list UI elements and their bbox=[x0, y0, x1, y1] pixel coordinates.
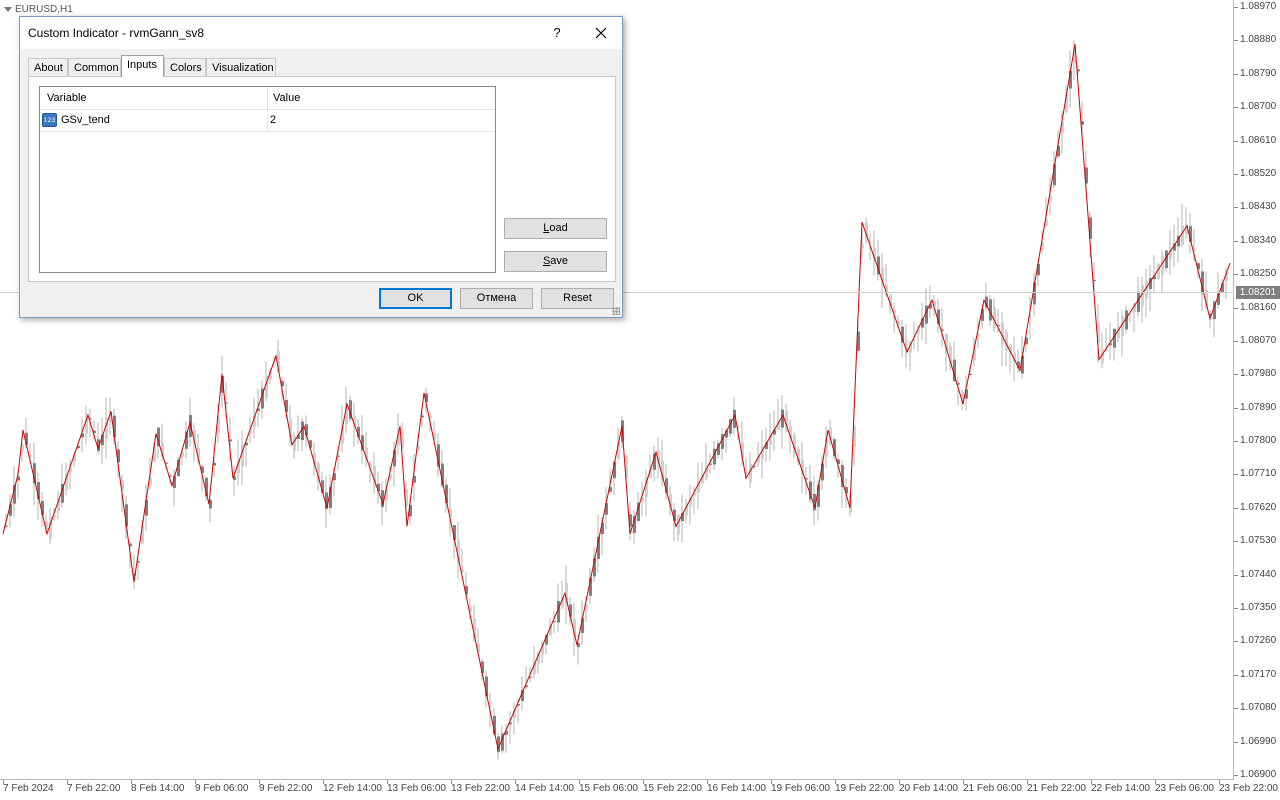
price-tick-label: 1.06900 bbox=[1240, 769, 1277, 780]
dialog-title: Custom Indicator - rvmGann_sv8 bbox=[28, 26, 205, 40]
price-tick-label: 1.08610 bbox=[1240, 134, 1277, 146]
time-tick-label: 7 Feb 2024 bbox=[3, 783, 54, 794]
price-tick-label: 1.08880 bbox=[1240, 34, 1277, 46]
load-label: oad bbox=[549, 222, 568, 234]
time-tick-label: 12 Feb 14:00 bbox=[323, 783, 382, 794]
tab-common[interactable]: Common bbox=[68, 58, 121, 76]
price-tick-label: 1.08700 bbox=[1240, 101, 1277, 113]
price-tick-label: 1.07080 bbox=[1240, 702, 1277, 714]
price-tick bbox=[1234, 374, 1238, 376]
price-tick bbox=[1234, 207, 1238, 209]
price-tick bbox=[1234, 107, 1238, 109]
price-tick bbox=[1234, 541, 1238, 543]
tab-visualization[interactable]: Visualization bbox=[206, 58, 276, 76]
price-tick-label: 1.07620 bbox=[1240, 501, 1277, 513]
price-tick-label: 1.06990 bbox=[1240, 735, 1277, 747]
price-tick bbox=[1234, 574, 1238, 576]
price-tick bbox=[1234, 274, 1238, 276]
price-tick bbox=[1234, 407, 1238, 409]
time-tick-label: 21 Feb 22:00 bbox=[1027, 783, 1086, 794]
price-tick-label: 1.07980 bbox=[1240, 368, 1277, 380]
inputs-grid[interactable]: Variable Value 123 GSv_tend 2 bbox=[39, 86, 496, 273]
price-tick bbox=[1234, 507, 1238, 509]
price-tick bbox=[1234, 708, 1238, 710]
price-tick bbox=[1234, 340, 1238, 342]
price-tick-label: 1.08340 bbox=[1240, 234, 1277, 246]
cancel-button[interactable]: Отмена bbox=[460, 288, 533, 309]
variable-value[interactable]: 2 bbox=[270, 109, 276, 131]
price-tick bbox=[1234, 741, 1238, 743]
variable-name: GSv_tend bbox=[61, 114, 110, 126]
price-tick bbox=[1234, 173, 1238, 175]
column-header-value[interactable]: Value bbox=[273, 87, 300, 109]
time-tick-label: 8 Feb 14:00 bbox=[131, 783, 185, 794]
price-tick-label: 1.07530 bbox=[1240, 535, 1277, 547]
price-tick bbox=[1234, 674, 1238, 676]
time-tick-label: 13 Feb 06:00 bbox=[387, 783, 446, 794]
dialog-titlebar[interactable]: Custom Indicator - rvmGann_sv8 ? bbox=[20, 17, 622, 49]
time-tick-label: 19 Feb 06:00 bbox=[771, 783, 830, 794]
help-button[interactable]: ? bbox=[547, 23, 567, 43]
price-tick bbox=[1234, 307, 1238, 309]
price-tick bbox=[1234, 641, 1238, 643]
time-tick-label: 9 Feb 06:00 bbox=[195, 783, 249, 794]
price-tick-label: 1.07350 bbox=[1240, 602, 1277, 614]
price-tick bbox=[1234, 40, 1238, 42]
column-header-variable[interactable]: Variable bbox=[47, 87, 87, 109]
reset-button[interactable]: Reset bbox=[541, 288, 614, 309]
time-tick-label: 14 Feb 14:00 bbox=[515, 783, 574, 794]
custom-indicator-dialog: Custom Indicator - rvmGann_sv8 ? About C… bbox=[19, 16, 623, 318]
time-tick-label: 22 Feb 14:00 bbox=[1091, 783, 1150, 794]
time-tick-label: 15 Feb 22:00 bbox=[643, 783, 702, 794]
tab-colors[interactable]: Colors bbox=[164, 58, 206, 76]
close-icon bbox=[595, 27, 607, 39]
price-tick-label: 1.07890 bbox=[1240, 401, 1277, 413]
chart-symbol-label: EURUSD,H1 bbox=[4, 4, 73, 15]
price-tick-label: 1.08790 bbox=[1240, 67, 1277, 79]
time-tick-label: 7 Feb 22:00 bbox=[67, 783, 121, 794]
chart-menu-triangle-icon[interactable] bbox=[4, 7, 12, 12]
inputs-panel: Variable Value 123 GSv_tend 2 Load Save bbox=[28, 76, 616, 282]
chart-symbol-text: EURUSD,H1 bbox=[15, 4, 73, 15]
price-tick-label: 1.07710 bbox=[1240, 468, 1277, 480]
resize-grip-icon[interactable] bbox=[612, 307, 620, 315]
price-tick bbox=[1234, 140, 1238, 142]
integer-variable-icon: 123 bbox=[42, 113, 57, 127]
time-tick-label: 9 Feb 22:00 bbox=[259, 783, 313, 794]
load-button[interactable]: Load bbox=[504, 218, 607, 239]
close-button[interactable] bbox=[586, 21, 616, 45]
ok-button[interactable]: OK bbox=[379, 288, 452, 309]
price-tick-label: 1.08520 bbox=[1240, 167, 1277, 179]
price-tick-label: 1.07260 bbox=[1240, 635, 1277, 647]
price-tick bbox=[1234, 474, 1238, 476]
save-label: ave bbox=[550, 255, 569, 267]
tab-about[interactable]: About bbox=[28, 58, 68, 76]
price-tick bbox=[1234, 441, 1238, 443]
time-tick-label: 15 Feb 06:00 bbox=[579, 783, 638, 794]
current-price-badge: 1.08201 bbox=[1236, 286, 1280, 299]
price-tick-label: 1.08160 bbox=[1240, 301, 1277, 313]
time-tick-label: 16 Feb 14:00 bbox=[707, 783, 766, 794]
price-tick bbox=[1234, 240, 1238, 242]
time-tick-label: 23 Feb 22:00 bbox=[1219, 783, 1278, 794]
price-tick-label: 1.07800 bbox=[1240, 435, 1277, 447]
tab-inputs[interactable]: Inputs bbox=[121, 55, 164, 77]
time-tick-label: 23 Feb 06:00 bbox=[1155, 783, 1214, 794]
price-tick bbox=[1234, 608, 1238, 610]
input-row[interactable]: 123 GSv_tend 2 bbox=[40, 109, 495, 132]
price-tick bbox=[1234, 73, 1238, 75]
time-tick-label: 19 Feb 22:00 bbox=[835, 783, 894, 794]
price-tick-label: 1.08430 bbox=[1240, 201, 1277, 213]
price-tick-label: 1.07440 bbox=[1240, 568, 1277, 580]
price-tick bbox=[1234, 7, 1238, 8]
time-tick-label: 21 Feb 06:00 bbox=[963, 783, 1022, 794]
save-button[interactable]: Save bbox=[504, 251, 607, 272]
time-tick-label: 13 Feb 22:00 bbox=[451, 783, 510, 794]
price-tick-label: 1.08970 bbox=[1240, 1, 1277, 12]
price-tick-label: 1.07170 bbox=[1240, 668, 1277, 680]
price-tick-label: 1.08250 bbox=[1240, 268, 1277, 280]
price-tick-label: 1.08070 bbox=[1240, 334, 1277, 346]
time-tick-label: 20 Feb 14:00 bbox=[899, 783, 958, 794]
price-tick bbox=[1234, 775, 1238, 776]
